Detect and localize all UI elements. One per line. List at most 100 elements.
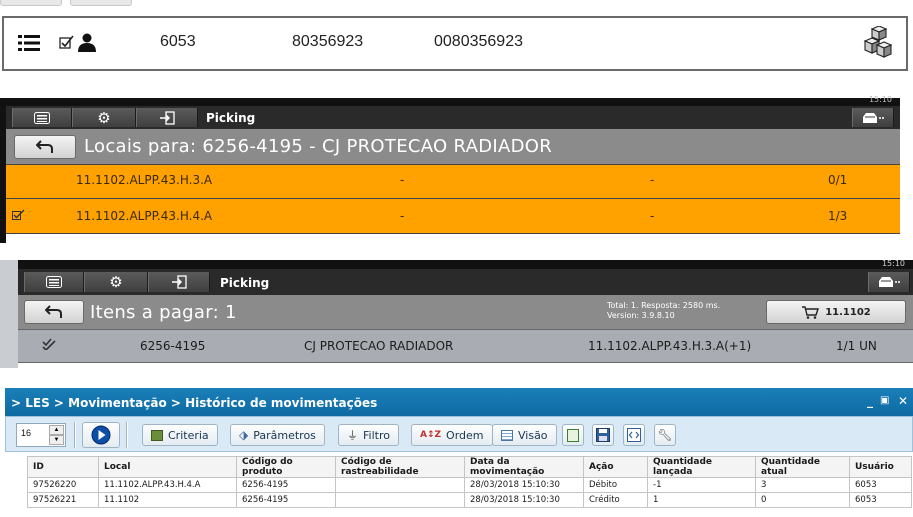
location-row[interactable]: 11.1102.ALPP.43.H.3.A - - 0/1 [6,164,900,198]
location-code: 11.1102.ALPP.43.H.3.A [76,173,213,187]
tag-icon: ⬗ [239,428,249,442]
minimize-icon[interactable]: _ [867,394,873,408]
order-label: Ordem [446,428,484,442]
sign-in-icon [172,275,187,289]
top-tab-button-2[interactable] [70,0,132,6]
number-a: 80356923 [292,33,364,50]
back-button[interactable] [14,135,76,159]
cart-button[interactable]: 11.1102 [766,300,906,324]
filter-button[interactable]: ⏚ Filtro [338,424,399,446]
settings-tool-button[interactable]: 🔧︎ [654,424,676,446]
status-strip: 15:10 [18,259,913,269]
location-col2: - [400,173,405,187]
back-arrow-icon [36,140,53,153]
cell-local: 11.1102 [98,492,237,508]
version-info: Version: 3.9.8.10 [607,311,675,320]
user-icon [77,32,97,57]
movement-history-window: > LES > Movimentação > Histórico de movi… [5,388,913,517]
total-info: Total: 1. Resposta: 2580 ms. [607,301,721,310]
table-header-row: ID Local Código do produto Código de ras… [27,456,912,478]
item-row[interactable]: 6256-4195 CJ PROTECAO RADIADOR 11.1102.A… [18,329,913,363]
window-header: > LES > Movimentação > Histórico de movi… [5,388,913,416]
parameters-label: Parâmetros [253,428,316,442]
status-strip: 15:10 [6,95,900,106]
clock: 15:10 [881,259,905,268]
table-row[interactable]: 97526221 11.1102 6256-4195 28/03/2018 15… [27,492,912,508]
view-label: Visão [518,428,548,442]
app-toolbar: ⚙ Picking [6,106,900,129]
items-panel: 15:10 ⚙ Picking Itens a pagar: 1 Total: … [0,259,913,368]
cell-qty-current: 0 [755,492,850,508]
menu-icon [46,276,62,288]
table-row[interactable]: 97526220 11.1102.ALPP.43.H.4.A 6256-4195… [27,477,912,493]
page-size-stepper[interactable]: 16 ▲ ▼ [16,423,66,447]
cell-user: 6053 [849,477,912,493]
menu-button[interactable] [12,108,72,127]
user-code: 6053 [160,33,196,50]
page-size-value: 16 [21,428,32,438]
play-icon [91,425,111,445]
notifications-button[interactable] [852,108,894,127]
column-header[interactable]: Ação [583,456,648,478]
app-label: Picking [220,276,270,290]
location-col3: - [650,209,655,223]
restore-icon[interactable]: ▣ [880,395,889,406]
right-edge [900,98,913,243]
app-toolbar: ⚙ Picking [18,269,913,295]
stepper-up[interactable]: ▲ [49,425,64,435]
column-header[interactable]: Usuário [849,456,912,478]
item-location: 11.1102.ALPP.43.H.3.A(+1) [588,339,752,353]
parameters-button[interactable]: ⬗ Parâmetros [230,424,325,446]
cell-action: Crédito [583,492,648,508]
column-header[interactable]: ID [27,456,99,478]
export-excel-button[interactable] [562,424,584,446]
funnel-icon: ⏚ [347,429,358,442]
column-header[interactable]: Quantidade lançada [647,456,756,478]
menu-button[interactable] [24,272,84,292]
locations-panel: 15:10 ⚙ Picking Locais para: 6256-4195 -… [0,95,913,243]
checkbox-icon[interactable] [12,209,25,224]
stepper-down[interactable]: ▼ [49,435,64,445]
app-label: Picking [206,111,256,125]
inbox-icon [863,112,884,123]
cell-qty-current: 3 [755,477,850,493]
column-header[interactable]: Código de rastreabilidade [335,456,465,478]
top-tab-button-1[interactable] [0,0,62,6]
close-icon[interactable]: ✕ [898,394,908,408]
settings-button[interactable]: ⚙ [72,108,136,127]
gear-icon: ⚙ [97,109,111,127]
back-button[interactable] [24,300,84,324]
settings-button[interactable]: ⚙ [84,272,148,292]
column-header[interactable]: Data da movimentação [464,456,584,478]
column-header[interactable]: Quantidade atual [755,456,850,478]
location-row[interactable]: 11.1102.ALPP.43.H.4.A - - 1/3 [6,198,900,234]
boxes-icon[interactable] [862,25,894,65]
column-header[interactable]: Código do produto [236,456,336,478]
notifications-button[interactable] [868,272,910,292]
list-icon[interactable] [18,34,40,57]
run-button[interactable] [82,422,120,448]
location-qty: 0/1 [828,173,848,187]
back-arrow-icon [45,305,62,318]
cell-date: 28/03/2018 15:10:30 [464,492,584,508]
movement-table: ID Local Código do produto Código de ras… [27,456,912,508]
wrench-icon: 🔧︎ [657,428,673,442]
toolbar: 16 ▲ ▼ Criteria ⬗ Parâmetros ⏚ Filtro A↕… [5,416,913,452]
column-header[interactable]: Local [98,456,237,478]
logout-button[interactable] [148,272,210,292]
cell-qty-posted: 1 [647,492,756,508]
order-button[interactable]: A↕Z Ordem [411,424,493,446]
number-b: 0080356923 [434,33,523,50]
save-button[interactable] [592,424,614,446]
logout-button[interactable] [136,108,198,127]
clock: 15:10 [868,95,892,104]
view-button[interactable]: Visão [492,424,557,446]
spreadsheet-icon [567,428,579,442]
criteria-button[interactable]: Criteria [142,424,218,446]
criteria-icon [151,429,163,441]
embed-button[interactable] [623,424,645,446]
checkbox-icon[interactable] [59,35,74,55]
inbox-icon [879,277,900,287]
location-col2: - [400,209,405,223]
grid-icon [501,429,513,441]
